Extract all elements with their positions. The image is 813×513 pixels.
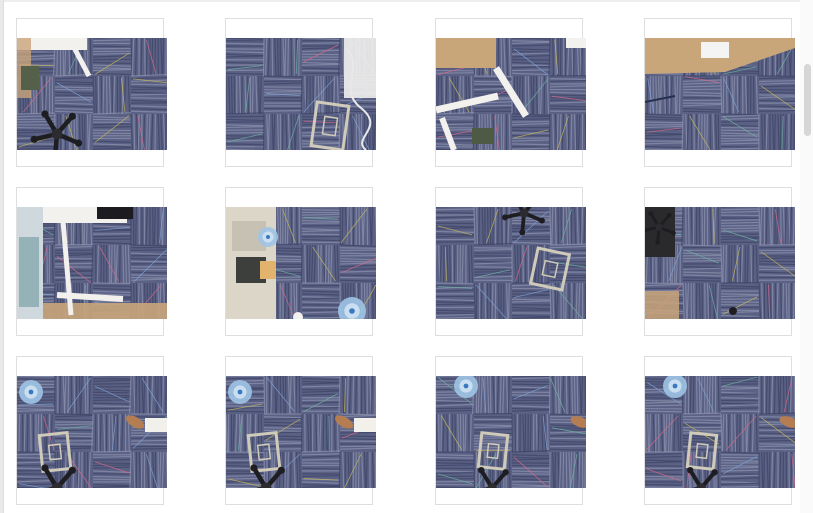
thumbnail-photo <box>645 376 795 488</box>
thumbnail-photo <box>436 376 586 488</box>
thumbnail-card[interactable] <box>435 356 586 505</box>
thumbnail-card[interactable] <box>644 18 795 167</box>
thumbnail-card[interactable] <box>435 187 586 336</box>
scrollbar-thumb[interactable] <box>804 64 811 136</box>
thumbnail-card[interactable] <box>644 356 795 505</box>
thumbnail-image <box>226 207 376 319</box>
thumbnail-photo <box>436 207 586 319</box>
thumbnail-photo <box>645 207 795 319</box>
thumbnail-card[interactable] <box>225 356 376 505</box>
thumbnail-card[interactable] <box>16 187 167 336</box>
thumbnail-card[interactable] <box>225 187 376 336</box>
thumbnail-photo <box>17 38 167 150</box>
thumbnail-image <box>436 38 586 150</box>
thumbnail-image <box>645 207 795 319</box>
thumbnail-image <box>226 38 376 150</box>
thumbnail-photo <box>645 38 795 150</box>
thumbnail-image <box>436 376 586 488</box>
thumbnail-card[interactable] <box>644 187 795 336</box>
thumbnail-photo <box>226 207 376 319</box>
thumbnail-image <box>436 207 586 319</box>
thumbnail-image <box>645 376 795 488</box>
thumbnail-card[interactable] <box>16 356 167 505</box>
thumbnail-photo <box>226 376 376 488</box>
image-gallery-page <box>0 0 813 513</box>
thumbnail-image <box>226 376 376 488</box>
vertical-scrollbar[interactable] <box>800 0 813 513</box>
thumbnail-image <box>17 207 167 319</box>
thumbnail-photo <box>17 376 167 488</box>
thumbnail-image <box>645 38 795 150</box>
thumbnail-image <box>17 38 167 150</box>
thumbnail-card[interactable] <box>16 18 167 167</box>
thumbnail-image <box>17 376 167 488</box>
left-scroll-edge <box>0 0 4 513</box>
top-border <box>0 0 813 2</box>
thumbnail-card[interactable] <box>225 18 376 167</box>
thumbnail-card[interactable] <box>435 18 586 167</box>
thumbnail-photo <box>17 207 167 319</box>
thumbnail-photo <box>436 38 586 150</box>
thumbnail-photo <box>226 38 376 150</box>
